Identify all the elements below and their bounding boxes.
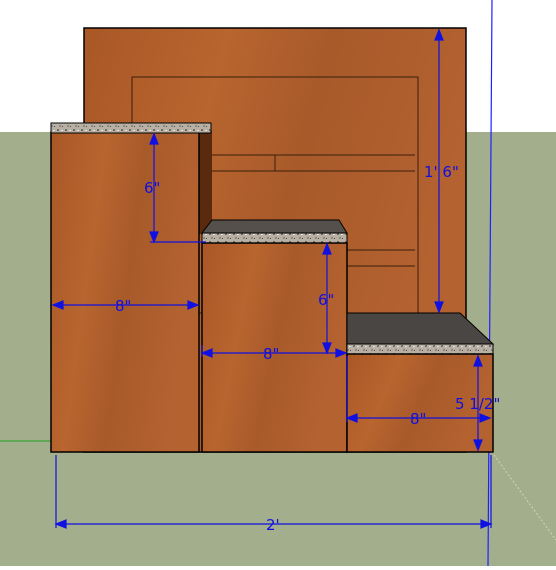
- middle-step-cap: [201, 232, 348, 244]
- middle-step-top: [200, 219, 348, 234]
- label-overall-width: 2': [266, 516, 280, 534]
- label-upper-step-height: 6": [144, 179, 160, 197]
- upper-step-side: [198, 123, 212, 235]
- upper-step-cap: [50, 122, 212, 134]
- label-back-wall-height: 1' 6": [424, 163, 459, 181]
- step-model-drawing: 6" 8" 6" 8" 1' 6" 5 1/2" 8" 2': [0, 0, 556, 567]
- lower-step-cap: [346, 343, 494, 355]
- label-lower-step-depth: 8": [410, 410, 426, 428]
- label-lower-step-height: 5 1/2": [455, 395, 500, 413]
- label-middle-step-depth: 8": [263, 345, 279, 363]
- model-viewport[interactable]: 6" 8" 6" 8" 1' 6" 5 1/2" 8" 2': [0, 0, 556, 567]
- upper-step-front: [50, 131, 200, 453]
- label-upper-step-depth: 8": [115, 297, 131, 315]
- label-middle-step-height: 6": [318, 291, 334, 309]
